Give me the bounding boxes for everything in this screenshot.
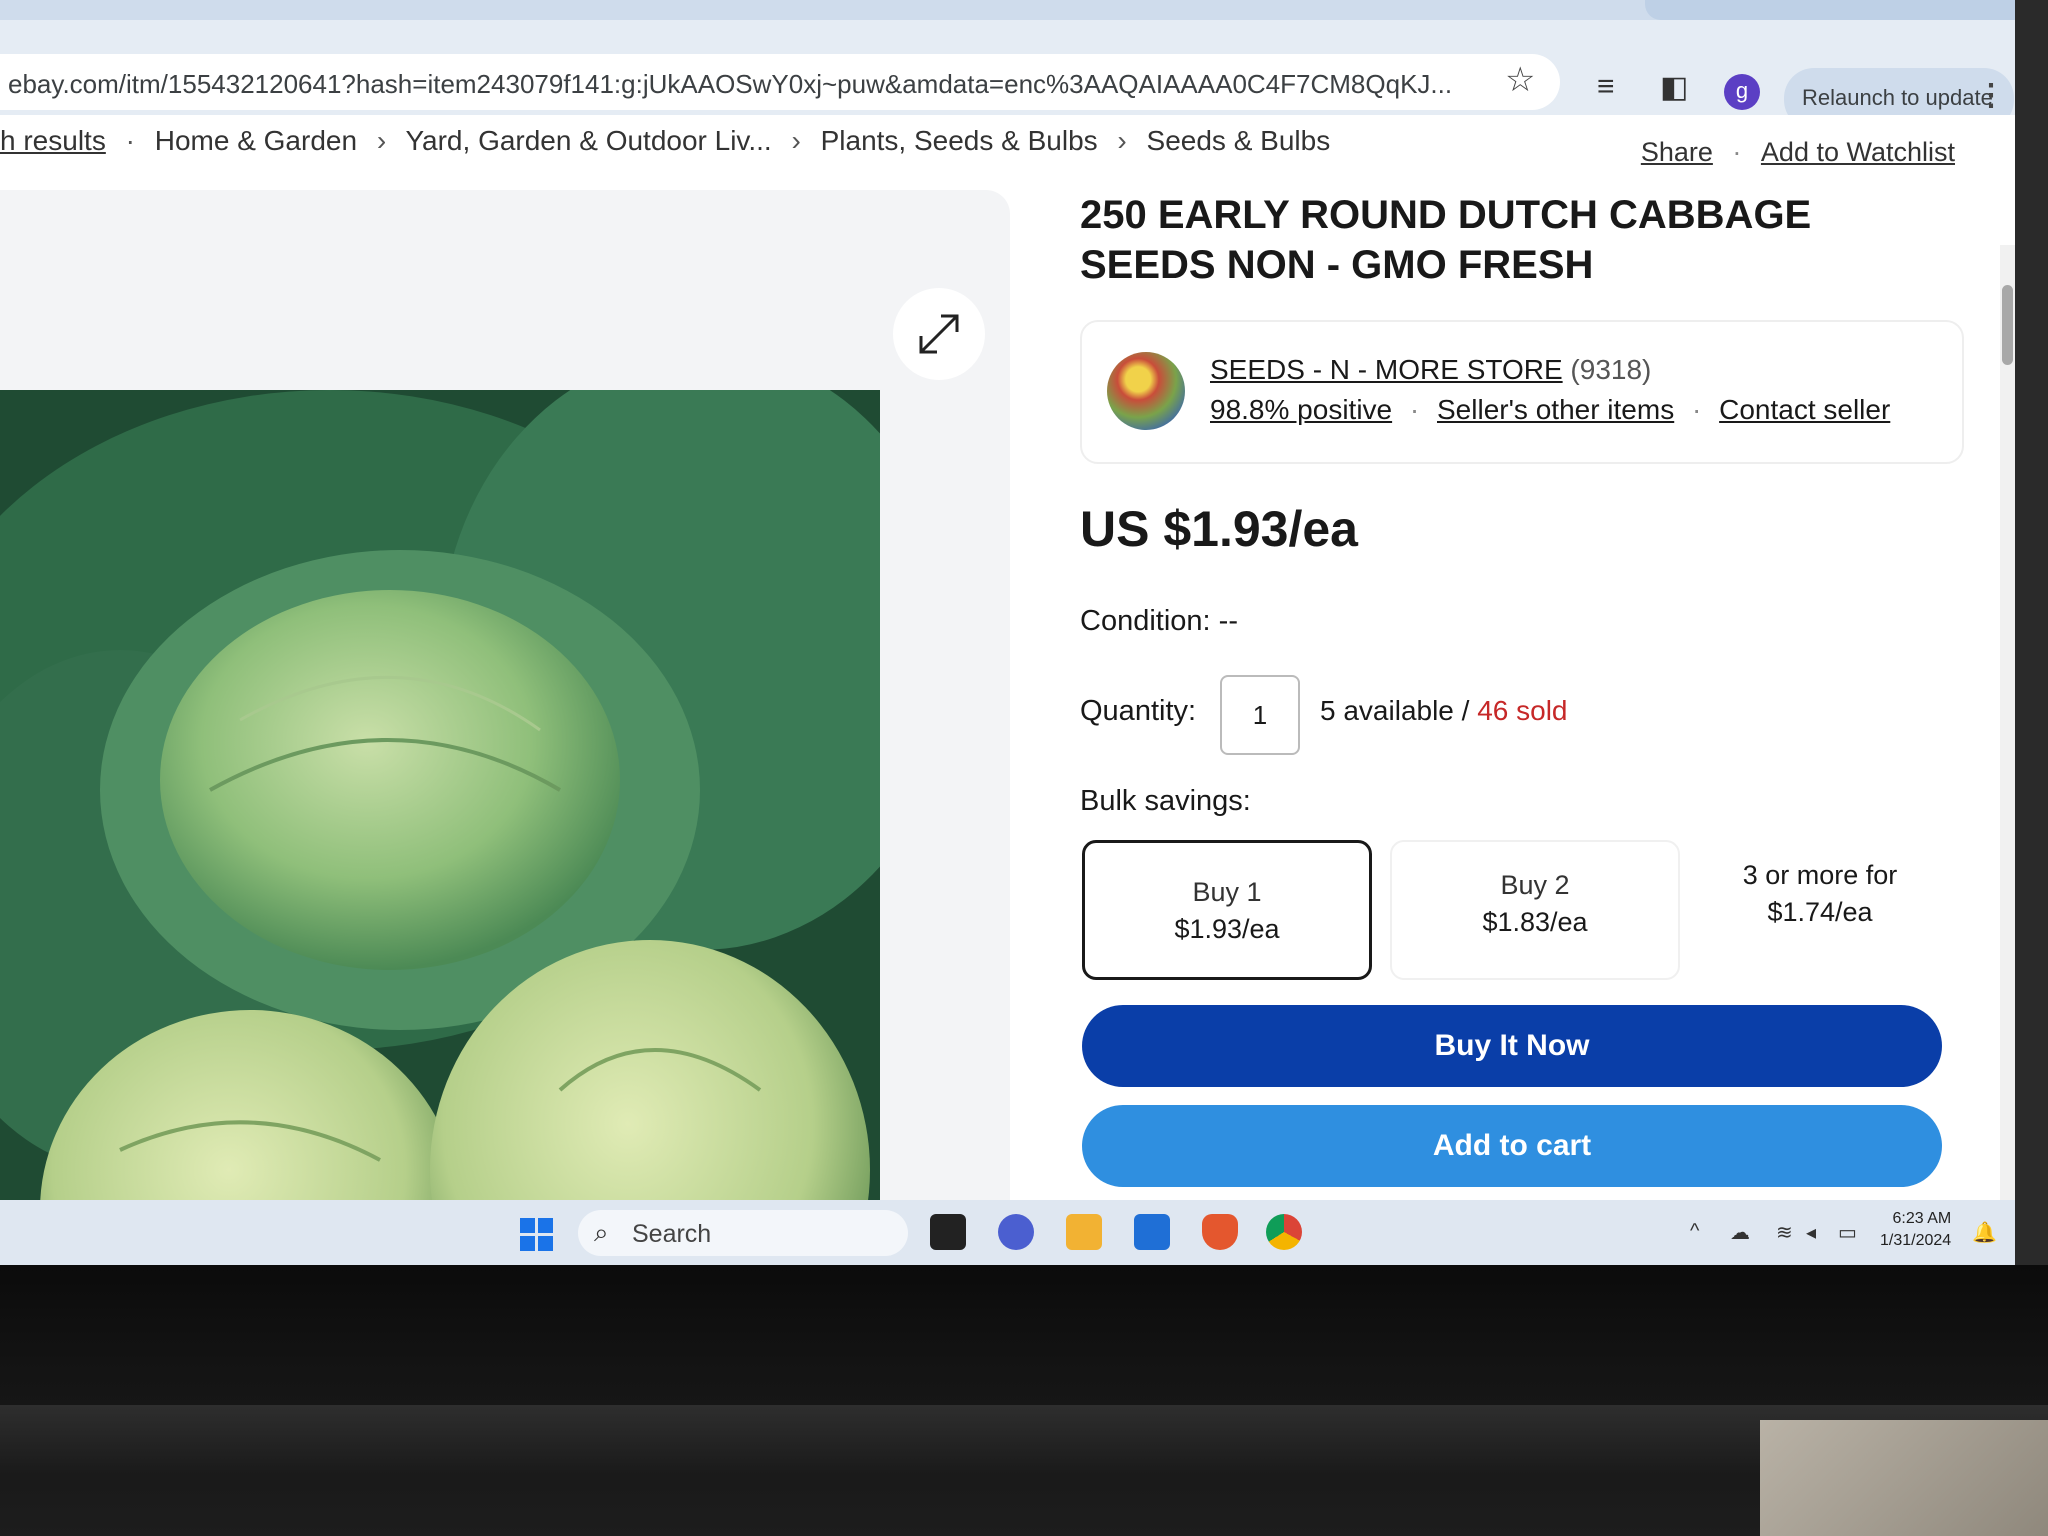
tier-label: Buy 2 — [1500, 870, 1570, 900]
relaunch-label: Relaunch to update — [1802, 85, 1993, 110]
seller-feedback-count: (9318) — [1570, 354, 1652, 385]
desk-surface — [1760, 1420, 2048, 1536]
chevron-up-icon[interactable]: ^ — [1690, 1220, 1699, 1243]
scrollbar-thumb[interactable] — [2002, 285, 2013, 365]
quantity-input[interactable]: 1 — [1220, 675, 1300, 755]
condition-label: Condition: — [1080, 605, 1211, 637]
task-view-icon[interactable] — [930, 1214, 966, 1250]
separator-dot: · — [1409, 394, 1420, 425]
tier-price: $1.74/ea — [1767, 897, 1873, 927]
clock-time: 6:23 AM — [1892, 1210, 1952, 1227]
url-text[interactable]: ebay.com/itm/155432120641?hash=item24307… — [8, 69, 1488, 100]
sold-separator: / — [1453, 695, 1478, 726]
condition-value: -- — [1218, 605, 1238, 637]
expand-image-button[interactable] — [893, 288, 985, 380]
chevron-right-icon: › — [791, 125, 801, 156]
listing-actions: Share · Add to Watchlist — [1629, 137, 1955, 168]
listing-title: 250 EARLY ROUND DUTCH CABBAGE SEEDS NON … — [1080, 193, 1812, 287]
battery-icon[interactable]: ▭ — [1838, 1220, 1857, 1245]
seller-links: 98.8% positive · Seller's other items · … — [1210, 394, 1900, 426]
chevron-right-icon: › — [1117, 125, 1127, 156]
cabbage-image — [0, 390, 880, 1265]
taskbar: ⌕ Search ^ ☁ ≋ ◂ ▭ 6:23 AM 1/31/2024 🔔 — [0, 1200, 2015, 1265]
seller-name-row: SEEDS - N - MORE STORE (9318) — [1210, 354, 1651, 386]
laptop-bezel — [0, 1265, 2048, 1536]
separator-dot: · — [1692, 394, 1702, 425]
item-price: US $1.93/ea — [1080, 501, 1358, 557]
taskbar-search-label: Search — [632, 1220, 712, 1248]
seller-avatar[interactable] — [1107, 352, 1185, 430]
available-count: 5 available — [1320, 695, 1454, 726]
bulk-savings-label: Bulk savings: — [1080, 785, 1251, 817]
taskbar-clock[interactable]: 6:23 AM 1/31/2024 — [1880, 1208, 1951, 1252]
search-icon: ⌕ — [594, 1217, 609, 1247]
profile-avatar[interactable]: g — [1724, 74, 1760, 110]
seller-positive-link[interactable]: 98.8% positive — [1210, 394, 1392, 425]
product-page: h results · Home & Garden › Yard, Garden… — [0, 115, 2015, 1265]
kebab-menu-icon[interactable]: ⋮ — [1976, 78, 2006, 113]
sold-count: 46 sold — [1477, 695, 1568, 726]
bulk-tier-buy-1[interactable]: Buy 1 $1.93/ea — [1082, 840, 1372, 980]
address-bar[interactable]: ebay.com/itm/155432120641?hash=item24307… — [0, 54, 1560, 110]
taskbar-search[interactable]: ⌕ Search — [578, 1210, 908, 1256]
add-to-watchlist-link[interactable]: Add to Watchlist — [1761, 137, 1955, 167]
chevron-right-icon: › — [376, 125, 387, 156]
contact-seller-link[interactable]: Contact seller — [1719, 394, 1890, 425]
breadcrumb: h results · Home & Garden › Yard, Garden… — [0, 125, 1342, 157]
image-gallery — [0, 190, 1010, 1265]
product-image[interactable] — [0, 390, 880, 1265]
notification-bell-icon[interactable]: 🔔 — [1972, 1220, 1997, 1245]
expand-icon — [919, 314, 959, 354]
bulk-tier-3-or-more[interactable]: 3 or more for $1.74/ea — [1675, 840, 1965, 980]
buy-it-now-button[interactable]: Buy It Now — [1082, 1005, 1942, 1087]
breadcrumb-plants-seeds[interactable]: Plants, Seeds & Bulbs — [821, 125, 1098, 156]
windows-start-icon[interactable] — [520, 1218, 554, 1252]
bulk-tier-buy-2[interactable]: Buy 2 $1.83/ea — [1390, 840, 1680, 980]
clock-date: 1/31/2024 — [1880, 1232, 1952, 1249]
breadcrumb-back-to-results[interactable]: h results — [0, 125, 106, 156]
breadcrumb-seeds-bulbs[interactable]: Seeds & Bulbs — [1147, 125, 1331, 156]
seller-card: SEEDS - N - MORE STORE (9318) 98.8% posi… — [1080, 320, 1964, 464]
breadcrumb-home-garden[interactable]: Home & Garden — [155, 125, 357, 156]
tier-price: $1.93/ea — [1174, 914, 1280, 944]
breadcrumb-separator: · — [125, 125, 135, 156]
weather-icon[interactable]: ☁ — [1730, 1220, 1750, 1245]
scrollbar[interactable] — [2000, 245, 2015, 1260]
wifi-icon[interactable]: ≋ — [1776, 1220, 1793, 1245]
tier-label: Buy 1 — [1192, 877, 1262, 907]
reading-list-icon[interactable]: ≡ — [1597, 70, 1615, 104]
availability: 5 available / 46 sold — [1320, 695, 1568, 727]
volume-icon[interactable]: ◂ — [1806, 1220, 1816, 1245]
quantity-label: Quantity: — [1080, 695, 1197, 727]
seller-store-link[interactable]: SEEDS - N - MORE STORE — [1210, 354, 1563, 385]
share-link[interactable]: Share — [1641, 137, 1713, 167]
tier-label: 3 or more for — [1742, 860, 1898, 890]
teams-icon[interactable] — [998, 1214, 1034, 1250]
separator-dot: · — [1732, 137, 1742, 167]
tier-price: $1.83/ea — [1482, 907, 1588, 937]
chrome-icon[interactable] — [1266, 1214, 1302, 1250]
laptop-hinge — [0, 1405, 2048, 1475]
toolbar: ebay.com/itm/155432120641?hash=item24307… — [0, 20, 2015, 130]
screen: ebay.com/itm/155432120641?hash=item24307… — [0, 0, 2015, 1265]
tab-strip — [0, 0, 2015, 20]
seller-other-items-link[interactable]: Seller's other items — [1437, 394, 1674, 425]
file-explorer-icon[interactable] — [1066, 1214, 1102, 1250]
brave-browser-icon[interactable] — [1202, 1214, 1238, 1250]
window-controls[interactable] — [1645, 0, 2015, 20]
star-icon[interactable]: ☆ — [1505, 60, 1535, 100]
side-panel-icon[interactable]: ◧ — [1660, 70, 1688, 105]
mail-icon[interactable] — [1134, 1214, 1170, 1250]
condition-row: Condition: -- — [1080, 605, 1238, 638]
add-to-cart-button[interactable]: Add to cart — [1082, 1105, 1942, 1187]
breadcrumb-yard-garden[interactable]: Yard, Garden & Outdoor Liv... — [405, 125, 771, 156]
